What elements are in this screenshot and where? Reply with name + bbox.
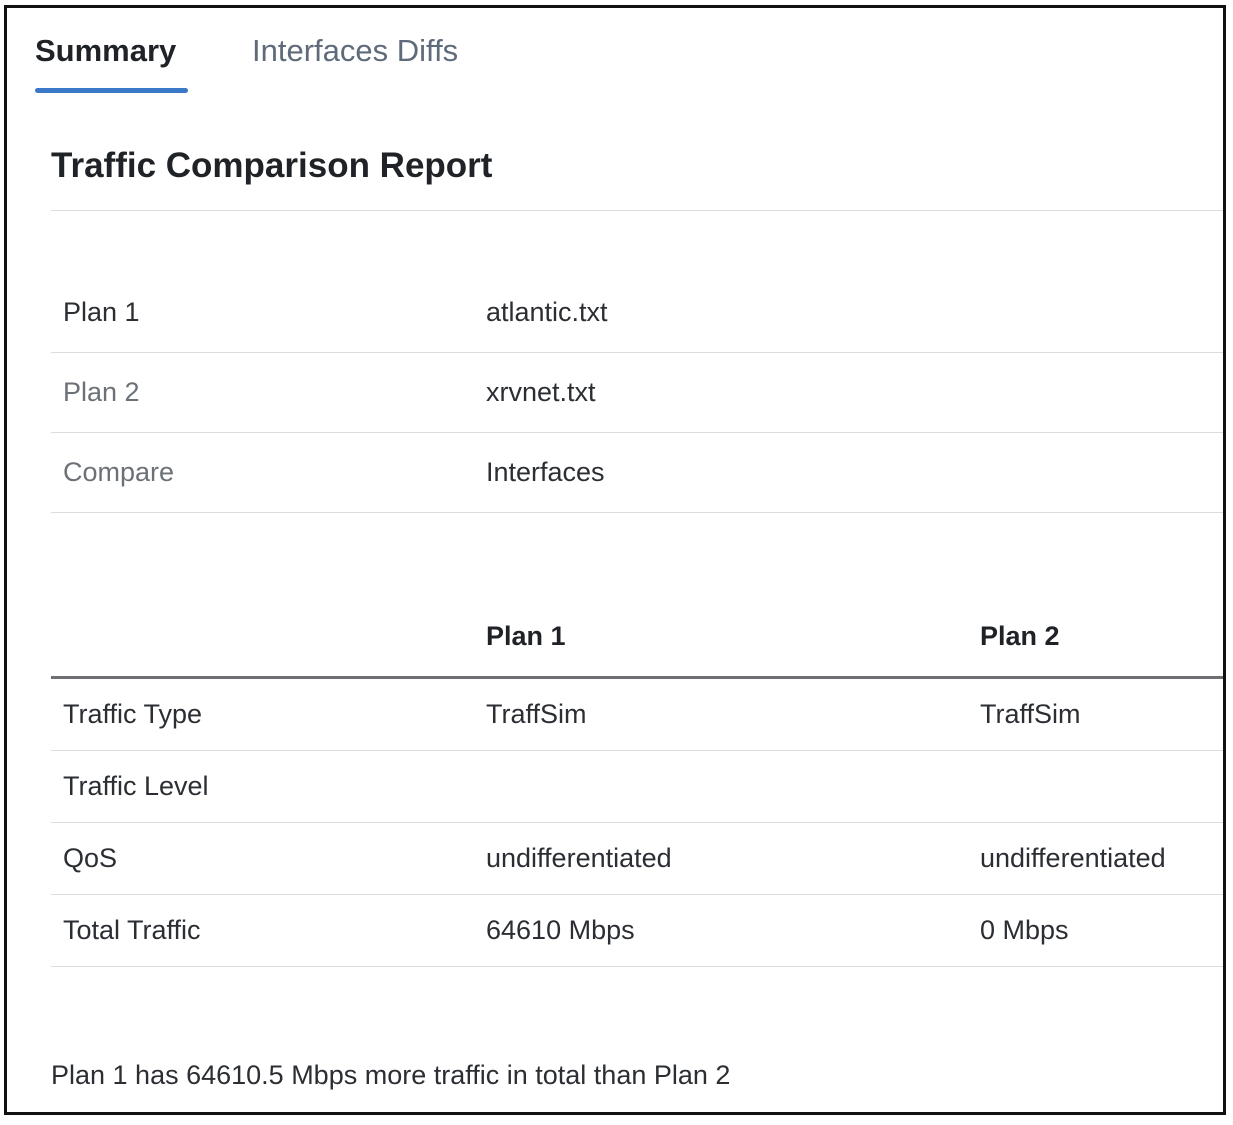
- row-label-traffic-level: Traffic Level: [63, 771, 209, 801]
- cell-plan2-traffic-type: TraffSim: [980, 699, 1081, 729]
- row-divider: [51, 512, 1223, 513]
- cell-plan1-total-traffic: 64610 Mbps: [486, 915, 635, 945]
- cell-plan1-traffic-type: TraffSim: [486, 699, 587, 729]
- active-tab-indicator: [35, 88, 188, 93]
- info-value-plan1: atlantic.txt: [486, 297, 608, 327]
- tab-interfaces-diffs[interactable]: Interfaces Diffs: [252, 32, 458, 70]
- tab-summary[interactable]: Summary: [35, 32, 176, 70]
- info-label-compare: Compare: [63, 457, 175, 487]
- info-label-plan1: Plan 1: [63, 297, 140, 327]
- info-label-plan2: Plan 2: [63, 377, 140, 407]
- traffic-summary-note: Plan 1 has 64610.5 Mbps more traffic in …: [51, 1060, 731, 1090]
- row-divider: [51, 352, 1223, 353]
- row-label-total-traffic: Total Traffic: [63, 915, 201, 945]
- info-value-compare: Interfaces: [486, 457, 605, 487]
- row-divider: [51, 432, 1223, 433]
- report-panel: Summary Interfaces Diffs Traffic Compari…: [4, 5, 1226, 1115]
- row-divider: [51, 750, 1223, 751]
- column-header-plan1: Plan 1: [486, 621, 566, 651]
- row-label-traffic-type: Traffic Type: [63, 699, 203, 729]
- title-divider: [51, 210, 1223, 211]
- cell-plan1-qos: undifferentiated: [486, 843, 672, 873]
- page-title: Traffic Comparison Report: [51, 146, 493, 185]
- row-divider: [51, 822, 1223, 823]
- row-divider: [51, 966, 1223, 967]
- table-header-rule: [51, 676, 1223, 679]
- info-value-plan2: xrvnet.txt: [486, 377, 596, 407]
- cell-plan2-total-traffic: 0 Mbps: [980, 915, 1069, 945]
- cell-plan2-qos: undifferentiated: [980, 843, 1166, 873]
- row-label-qos: QoS: [63, 843, 118, 873]
- row-divider: [51, 894, 1223, 895]
- column-header-plan2: Plan 2: [980, 621, 1060, 651]
